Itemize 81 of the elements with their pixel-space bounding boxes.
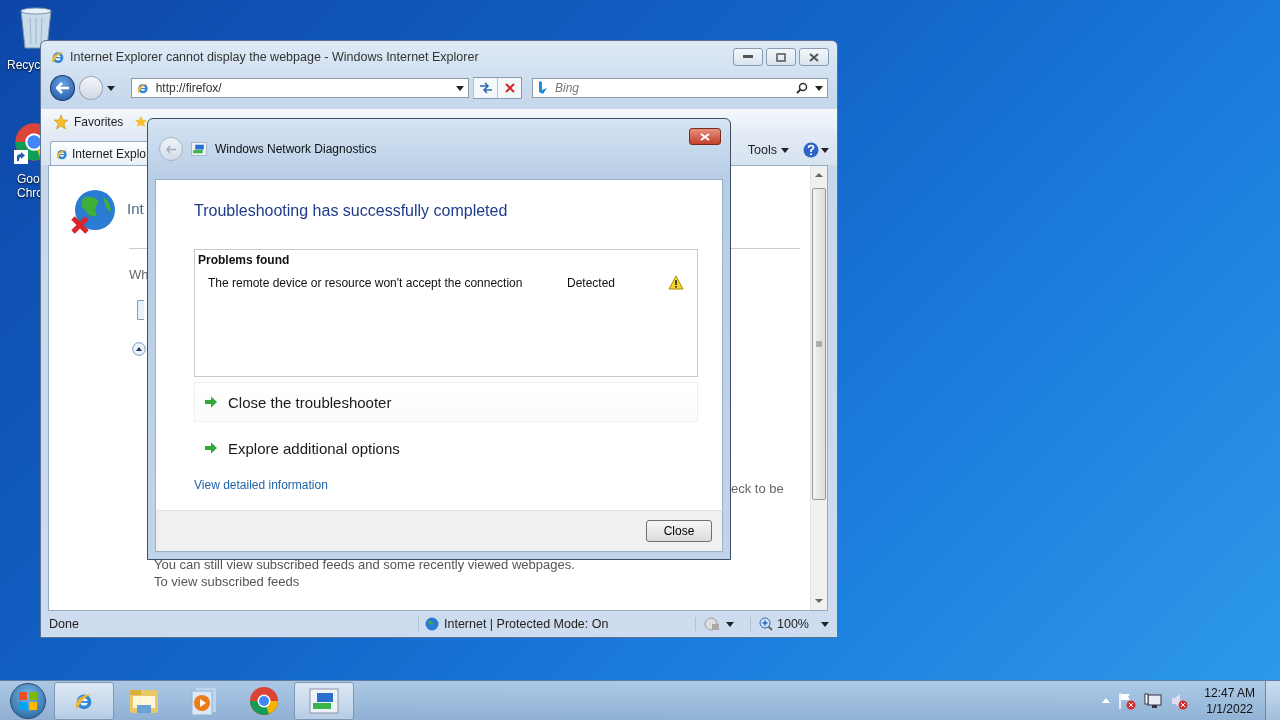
status-text: Done — [49, 617, 80, 631]
ie-icon — [50, 49, 66, 65]
minimize-icon — [743, 55, 753, 59]
details-link[interactable]: View detailed information — [194, 478, 328, 492]
volume-muted-icon[interactable] — [1170, 691, 1189, 710]
left-arrow-icon — [166, 144, 176, 154]
desktop-icon-label[interactable]: Goo — [17, 172, 40, 186]
command-link[interactable]: Explore additional options — [194, 428, 698, 468]
info-text: You can still view subscribed feeds and some recently viewed webpages. — [154, 557, 575, 572]
caret-icon[interactable] — [815, 86, 823, 91]
zoom-control[interactable]: 100% — [750, 617, 829, 631]
network-diagnostics-icon — [309, 687, 339, 714]
network-diagnostics-icon — [191, 142, 207, 156]
network-icon[interactable] — [1144, 691, 1163, 710]
caret-icon — [726, 621, 734, 627]
close-button[interactable] — [799, 48, 829, 66]
error-heading: Int — [127, 200, 144, 217]
warning-icon — [668, 275, 684, 290]
star-icon — [53, 114, 69, 130]
stop-icon — [503, 82, 516, 94]
media-player-icon — [191, 686, 217, 715]
list-header: Problems found — [198, 253, 291, 267]
dialog-title: Windows Network Diagnostics — [215, 142, 377, 156]
problem-text: The remote device or resource won't accept the connection — [208, 275, 524, 290]
right-arrow-icon — [204, 442, 218, 454]
clock[interactable]: 12:47 AM 1/1/2022 — [1204, 684, 1255, 717]
search-icon[interactable] — [796, 82, 808, 94]
right-arrow-icon — [204, 396, 218, 408]
favorites-button[interactable]: Favorites — [49, 112, 128, 132]
search-provider-icon — [538, 81, 548, 95]
command-link[interactable]: Close the troubleshooter — [194, 382, 698, 422]
address-field[interactable]: http://firefox/ — [130, 78, 469, 98]
scrollbar[interactable] — [810, 166, 827, 610]
minimize-button[interactable] — [733, 48, 763, 66]
close-icon — [809, 52, 819, 62]
caret-icon — [781, 147, 789, 153]
recycle-bin-icon — [18, 6, 54, 50]
taskbar-button[interactable] — [54, 681, 114, 720]
close-button[interactable] — [689, 128, 721, 145]
scroll-up-icon[interactable] — [815, 172, 823, 178]
maximize-icon — [776, 52, 786, 62]
browser-tab[interactable]: Internet Explo — [50, 141, 147, 165]
search-field[interactable]: Bing — [532, 78, 828, 98]
desktop-icon-label[interactable]: Recyc — [7, 58, 41, 72]
show-desktop-button[interactable] — [1265, 681, 1280, 720]
zoom-icon — [759, 617, 773, 631]
help-icon — [803, 142, 819, 158]
globe-error-icon — [69, 188, 117, 236]
info-text: To view subscribed feeds — [154, 574, 300, 589]
windows-logo-icon — [19, 691, 37, 710]
tools-menu[interactable]: Tools — [741, 142, 795, 158]
globe-icon — [425, 617, 439, 631]
maximize-button[interactable] — [766, 48, 796, 66]
refresh-icon — [478, 82, 493, 94]
page-icon — [135, 81, 150, 95]
caret-icon — [821, 621, 829, 627]
info-text: eck to be — [731, 481, 784, 496]
diagnose-button[interactable] — [137, 300, 144, 320]
back-button[interactable] — [50, 75, 76, 101]
window-title: Internet Explorer cannot display the webpage - Windows Internet Explorer — [70, 50, 480, 64]
start-button[interactable] — [10, 682, 46, 719]
dialog-heading: Troubleshooting has successfully completed — [194, 202, 509, 220]
shortcut-arrow-icon — [14, 150, 28, 164]
caret-icon — [456, 85, 464, 91]
taskbar-button[interactable] — [294, 681, 354, 720]
chrome-icon — [249, 685, 279, 716]
add-favorite-icon[interactable] — [135, 115, 148, 129]
security-zone[interactable]: Internet | Protected Mode: On — [418, 617, 687, 631]
caret-icon — [821, 147, 829, 153]
scroll-down-icon[interactable] — [815, 598, 823, 604]
scroll-thumb[interactable] — [812, 188, 826, 500]
close-button[interactable]: Close — [646, 520, 712, 542]
close-icon — [700, 132, 710, 141]
flag-error-icon[interactable] — [1118, 691, 1137, 710]
grip-icon — [816, 341, 822, 347]
left-arrow-icon — [55, 82, 70, 94]
tab-ie-icon — [55, 146, 69, 161]
expand-icon[interactable] — [132, 342, 146, 356]
recent-pages-caret-icon — [106, 85, 115, 91]
problem-status: Detected — [567, 275, 617, 290]
help-button[interactable] — [803, 142, 829, 158]
